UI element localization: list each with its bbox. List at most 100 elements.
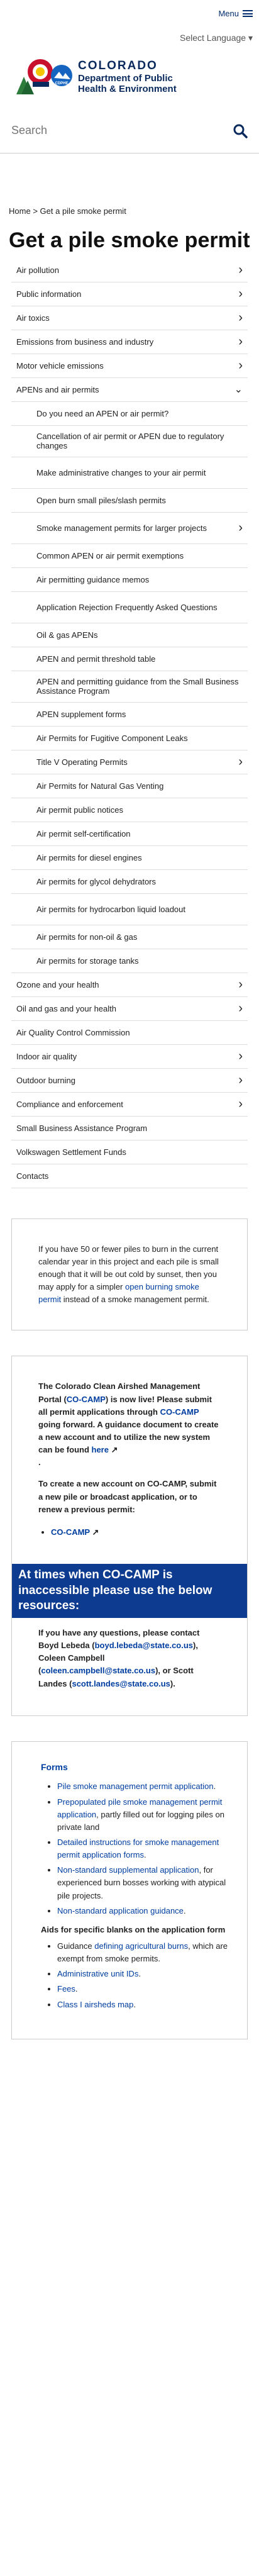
section-nav: Air pollution › Public information › Air tox…: [11, 259, 248, 1188]
nav-item-label: Oil & gas APENs: [36, 630, 98, 640]
email-link-campbell[interactable]: coleen.campbell@state.co.us: [41, 1666, 155, 1675]
nav-item[interactable]: Application Rejection Frequently Asked Q…: [11, 592, 248, 623]
aid-link[interactable]: defining agricultural burns: [94, 1941, 188, 1951]
form-link[interactable]: Detailed instructions for smoke manageme…: [57, 1837, 219, 1860]
nav-item-label: APEN supplement forms: [36, 709, 126, 719]
co-camp-instructions: To create a new account on CO-CAMP, subm…: [38, 1479, 217, 1514]
nav-item[interactable]: Make administrative changes to your air …: [11, 457, 248, 489]
site-logo[interactable]: CDPHE COLORADO Department of Public Heal…: [0, 45, 259, 108]
nav-item-label: APEN and permitting guidance from the Sm…: [36, 677, 239, 696]
nav-item[interactable]: Air permits for storage tanks: [11, 949, 248, 973]
chevron-right-icon[interactable]: ›: [238, 1097, 243, 1112]
nav-item-label: Air permit self-certification: [36, 828, 131, 839]
nav-item[interactable]: Volkswagen Settlement Funds: [11, 1140, 248, 1164]
search-input[interactable]: [11, 124, 200, 137]
nav-item[interactable]: APEN and permitting guidance from the Sm…: [11, 671, 248, 703]
hamburger-icon: [243, 10, 253, 17]
nav-item[interactable]: APEN and permit threshold table: [11, 647, 248, 671]
nav-item-label: Public information: [16, 289, 82, 299]
nav-item[interactable]: Emissions from business and industry ›: [11, 330, 248, 354]
nav-item[interactable]: Air permits for hydrocarbon liquid loado…: [11, 894, 248, 925]
search-icon[interactable]: [233, 123, 248, 138]
chevron-right-icon[interactable]: ›: [238, 359, 243, 373]
chevron-right-icon[interactable]: ›: [238, 1049, 243, 1064]
chevron-right-icon[interactable]: ›: [238, 1001, 243, 1016]
form-link[interactable]: Pile smoke management permit application: [57, 1781, 214, 1791]
co-camp-link-1[interactable]: CO-CAMP: [67, 1395, 106, 1404]
chevron-right-icon[interactable]: ›: [238, 287, 243, 301]
guidance-here-link[interactable]: here: [92, 1445, 109, 1454]
language-select[interactable]: Select Language ▾: [180, 33, 253, 43]
forms-list: Pile smoke management permit application…: [41, 1780, 231, 1917]
list-item: Class I airsheds map.: [57, 1999, 231, 2011]
aid-prefix: Guidance: [57, 1941, 95, 1951]
nav-item[interactable]: Public information ›: [11, 282, 248, 306]
nav-item[interactable]: Air permitting guidance memos: [11, 568, 248, 592]
logo-line-3: Health & Environment: [78, 83, 177, 94]
email-link-lebeda[interactable]: boyd.lebeda@state.co.us: [95, 1641, 193, 1650]
nav-item-label: Make administrative changes to your air …: [36, 467, 206, 477]
menu-label: Menu: [218, 9, 239, 18]
aid-link[interactable]: Administrative unit IDs: [57, 1969, 138, 1978]
chevron-right-icon[interactable]: ›: [238, 521, 243, 535]
nav-item-label: Cancellation of air permit or APEN due t…: [36, 432, 224, 451]
co-camp-link-2[interactable]: CO-CAMP: [160, 1407, 199, 1417]
nav-item-label: Air Permits for Natural Gas Venting: [36, 781, 164, 791]
nav-item[interactable]: Outdoor burning ›: [11, 1069, 248, 1093]
chevron-right-icon[interactable]: ›: [238, 311, 243, 325]
nav-item-label: Indoor air quality: [16, 1051, 77, 1061]
list-item: Non-standard supplemental application, f…: [57, 1864, 231, 1902]
nav-item[interactable]: Air permits for non-oil & gas: [11, 925, 248, 949]
nav-item[interactable]: Compliance and enforcement ›: [11, 1093, 248, 1117]
nav-item[interactable]: Indoor air quality ›: [11, 1045, 248, 1069]
nav-item[interactable]: Air Quality Control Commission: [11, 1021, 248, 1045]
nav-item-label: Compliance and enforcement: [16, 1099, 123, 1109]
nav-item[interactable]: Do you need an APEN or air permit?: [11, 402, 248, 426]
form-link[interactable]: Non-standard supplemental application: [57, 1865, 199, 1875]
menu-button[interactable]: Menu: [218, 9, 253, 18]
chevron-right-icon[interactable]: ›: [238, 335, 243, 349]
nav-item[interactable]: Ozone and your health ›: [11, 973, 248, 997]
nav-item[interactable]: Air pollution ›: [11, 259, 248, 282]
nav-item[interactable]: Air permit self-certification: [11, 822, 248, 846]
nav-item[interactable]: Air permit public notices: [11, 798, 248, 822]
chevron-right-icon[interactable]: ›: [238, 755, 243, 769]
forms-heading-link[interactable]: Forms: [41, 1762, 68, 1772]
nav-item[interactable]: Oil & gas APENs: [11, 623, 248, 647]
nav-item[interactable]: Air permits for glycol dehydrators: [11, 870, 248, 894]
chevron-right-icon[interactable]: ›: [238, 1073, 243, 1088]
co-camp-list-link[interactable]: CO-CAMP: [51, 1527, 90, 1537]
email-link-landes[interactable]: scott.landes@state.co.us: [72, 1679, 170, 1688]
aids-heading: Aids for specific blanks on the applicat…: [41, 1924, 226, 1934]
aid-link[interactable]: Class I airsheds map: [57, 2000, 133, 2009]
chevron-right-icon[interactable]: ›: [238, 263, 243, 277]
aid-suffix: .: [75, 1984, 78, 1994]
nav-item[interactable]: APEN supplement forms: [11, 703, 248, 727]
aids-list: Guidance defining agricultural burns, wh…: [41, 1940, 231, 2011]
logo-text: COLORADO Department of Public Health & E…: [78, 59, 177, 94]
aid-link[interactable]: Fees: [57, 1984, 75, 1993]
form-link[interactable]: Non-standard application guidance: [57, 1906, 184, 1915]
nav-item[interactable]: Air toxics ›: [11, 306, 248, 330]
nav-item[interactable]: Oil and gas and your health ›: [11, 997, 248, 1021]
nav-item[interactable]: Air permits for diesel engines: [11, 846, 248, 870]
nav-item[interactable]: Cancellation of air permit or APEN due t…: [11, 426, 248, 457]
nav-item[interactable]: Air Permits for Fugitive Component Leaks: [11, 727, 248, 750]
nav-item[interactable]: Title V Operating Permits ›: [11, 750, 248, 774]
nav-item[interactable]: APENs and air permits ⌄: [11, 378, 248, 402]
breadcrumb-home-link[interactable]: Home: [9, 206, 31, 216]
nav-item[interactable]: Smoke management permits for larger proj…: [11, 513, 248, 544]
nav-item[interactable]: Air Permits for Natural Gas Venting: [11, 774, 248, 798]
chevron-right-icon[interactable]: ›: [238, 978, 243, 992]
nav-item[interactable]: Common APEN or air permit exemptions: [11, 544, 248, 568]
nav-item[interactable]: Small Business Assistance Program: [11, 1117, 248, 1140]
co-camp-text-c: going forward. A guidance document to cr…: [38, 1419, 219, 1455]
nav-item[interactable]: Contacts: [11, 1164, 248, 1188]
nav-item[interactable]: Motor vehicle emissions ›: [11, 354, 248, 378]
chevron-down-icon[interactable]: ⌄: [234, 383, 243, 396]
nav-item-label: Title V Operating Permits: [36, 757, 128, 767]
list-item: Non-standard application guidance.: [57, 1905, 231, 1917]
nav-item-label: APEN and permit threshold table: [36, 654, 156, 664]
nav-item[interactable]: Open burn small piles/slash permits: [11, 489, 248, 513]
